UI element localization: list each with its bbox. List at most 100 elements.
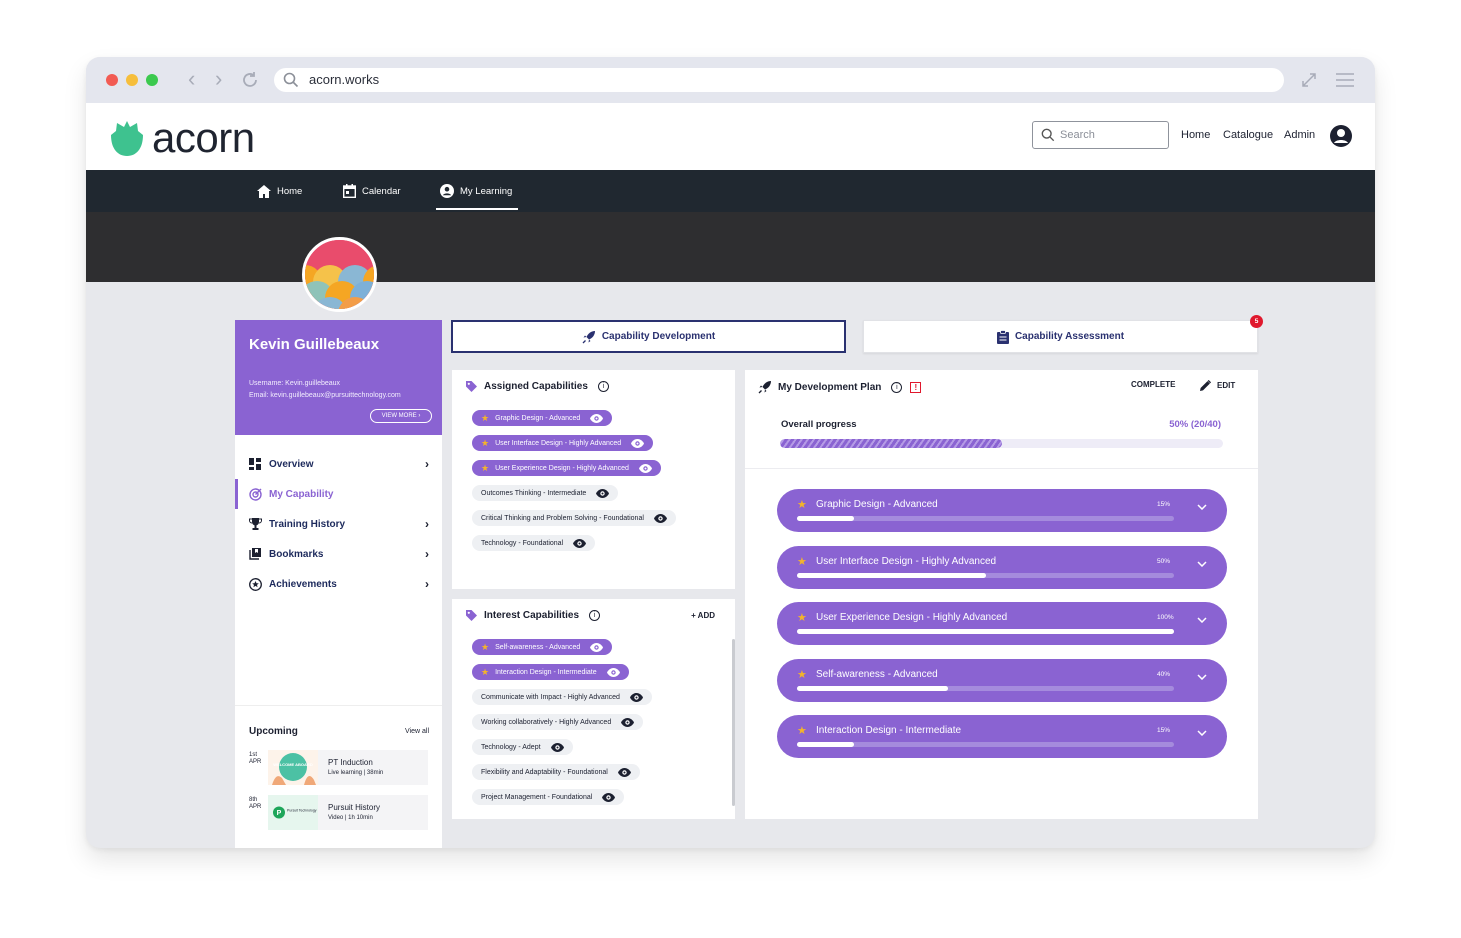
forward-arrow-icon[interactable]: › xyxy=(215,68,222,90)
event-card[interactable]: WELCOME ABOARD PT Induction Live learnin… xyxy=(268,750,428,785)
eye-icon[interactable] xyxy=(602,792,616,802)
minimize-window-dot[interactable] xyxy=(126,74,138,86)
capability-chip[interactable]: Critical Thinking and Problem Solving - … xyxy=(472,510,676,526)
view-more-button[interactable]: VIEW MORE › xyxy=(370,409,432,423)
acorn-logo[interactable]: acorn xyxy=(110,114,255,162)
add-capability-button[interactable]: + ADD xyxy=(691,611,715,620)
reload-icon[interactable] xyxy=(240,70,260,95)
search-input[interactable]: Search xyxy=(1032,121,1169,149)
address-bar[interactable]: acorn.works xyxy=(274,68,1284,92)
nav-calendar[interactable]: Calendar xyxy=(343,170,401,212)
menu-item-my-capability[interactable]: My Capability xyxy=(235,479,442,509)
development-plan-item[interactable]: ★ Self-awareness - Advanced 40% xyxy=(777,658,1227,702)
star-icon: ★ xyxy=(481,666,490,677)
upcoming-event[interactable]: 1st APR WELCOME ABOARD PT Induction Live … xyxy=(249,750,429,785)
capability-chip-label: Working collaboratively - Highly Advance… xyxy=(481,718,612,726)
svg-text:P: P xyxy=(277,810,282,817)
capability-chip[interactable]: Technology - Foundational xyxy=(472,535,596,551)
eye-icon[interactable] xyxy=(638,463,652,473)
menu-item-overview[interactable]: Overview › xyxy=(235,449,442,479)
menu-item-label: Overview xyxy=(269,458,314,470)
edit-button[interactable]: EDIT xyxy=(1200,380,1235,391)
menu-item-label: Achievements xyxy=(269,578,337,590)
development-plan-item[interactable]: ★ Graphic Design - Advanced 15% xyxy=(777,489,1227,532)
close-window-dot[interactable] xyxy=(106,74,118,86)
plan-item-progress-bar xyxy=(797,685,1174,691)
upcoming-event[interactable]: 8th APR P Pursuit Technology Pursuit Histo… xyxy=(249,795,429,830)
tag-icon xyxy=(466,381,477,392)
nav-home[interactable]: Home xyxy=(257,170,302,212)
maximize-window-dot[interactable] xyxy=(146,74,158,86)
capability-chip[interactable]: ★ User Interface Design - Highly Advanced xyxy=(472,435,654,451)
eye-icon[interactable] xyxy=(606,667,620,677)
chevron-down-icon[interactable] xyxy=(1197,615,1207,626)
capability-chip[interactable]: ★ Self-awareness - Advanced xyxy=(472,639,613,655)
capability-chip-label: Interaction Design - Intermediate xyxy=(495,668,597,676)
eye-icon[interactable] xyxy=(590,642,604,652)
eye-icon[interactable] xyxy=(621,717,635,727)
hamburger-menu-icon[interactable] xyxy=(1335,72,1355,93)
eye-icon[interactable] xyxy=(550,742,564,752)
nav-my-learning[interactable]: My Learning xyxy=(440,170,512,212)
eye-icon[interactable] xyxy=(629,692,643,702)
event-card[interactable]: P Pursuit Technology Pursuit History Vide… xyxy=(268,795,428,830)
chevron-right-icon: › xyxy=(425,457,429,471)
capability-chip[interactable]: Flexibility and Adaptability - Foundatio… xyxy=(472,764,640,780)
tab-capability-development[interactable]: Capability Development xyxy=(451,320,846,353)
tab-capability-assessment[interactable]: Capability Assessment xyxy=(863,320,1258,353)
eye-icon[interactable] xyxy=(617,767,631,777)
header-link-home[interactable]: Home xyxy=(1181,129,1210,141)
star-circle-icon xyxy=(249,577,262,591)
capability-chip[interactable]: Communicate with Impact - Highly Advance… xyxy=(472,689,652,705)
capability-chip[interactable]: ★ Interaction Design - Intermediate xyxy=(472,664,629,680)
capability-chip[interactable]: Technology - Adept xyxy=(472,739,573,755)
eye-icon[interactable] xyxy=(631,438,645,448)
back-arrow-icon[interactable]: ‹ xyxy=(188,68,195,90)
eye-icon[interactable] xyxy=(573,538,587,548)
header-link-admin[interactable]: Admin xyxy=(1284,129,1315,141)
capability-chip[interactable]: Outcomes Thinking - Intermediate xyxy=(472,485,619,501)
menu-item-bookmarks[interactable]: Bookmarks › xyxy=(235,539,442,569)
dashboard-icon xyxy=(249,458,261,470)
profile-name: Kevin Guillebeaux xyxy=(249,336,380,353)
clipboard-icon xyxy=(996,329,1009,344)
capability-chip[interactable]: ★ User Experience Design - Highly Advance… xyxy=(472,460,661,476)
menu-item-achievements[interactable]: Achievements › xyxy=(235,569,442,599)
chevron-down-icon[interactable] xyxy=(1197,728,1207,739)
view-all-link[interactable]: View all xyxy=(405,728,429,735)
capability-chip[interactable]: ★ Graphic Design - Advanced xyxy=(472,410,613,426)
trophy-icon xyxy=(249,518,262,530)
tab-label: Capability Development xyxy=(601,331,716,342)
capability-chip[interactable]: Project Management - Foundational xyxy=(472,789,625,805)
header-link-catalogue[interactable]: Catalogue xyxy=(1223,129,1273,141)
event-day: 8th xyxy=(249,797,258,803)
chevron-down-icon[interactable] xyxy=(1197,672,1207,683)
brand-name: acorn xyxy=(152,114,255,161)
panel-title-text: Assigned Capabilities xyxy=(484,381,588,392)
development-plan-item[interactable]: ★ Interaction Design - Intermediate 15% xyxy=(777,715,1227,758)
info-icon[interactable]: i xyxy=(589,610,601,621)
plan-item-label: Self-awareness - Advanced xyxy=(816,668,938,680)
info-icon[interactable]: i xyxy=(597,381,609,392)
info-icon[interactable]: i xyxy=(891,381,903,393)
scrollbar[interactable] xyxy=(732,639,735,806)
chevron-down-icon[interactable] xyxy=(1197,559,1207,570)
capability-chip-label: Outcomes Thinking - Intermediate xyxy=(481,489,587,497)
chevron-down-icon[interactable] xyxy=(1197,502,1207,513)
menu-item-training-history[interactable]: Training History › xyxy=(235,509,442,539)
overall-progress-value: 50% (20/40) xyxy=(1169,419,1221,430)
eye-icon[interactable] xyxy=(653,513,667,523)
development-plan-item[interactable]: ★ User Interface Design - Highly Advanced… xyxy=(777,545,1227,589)
development-plan-item[interactable]: ★ User Experience Design - Highly Advance… xyxy=(777,602,1227,645)
avatar xyxy=(302,237,377,312)
site: acorn Search Home Catalogue Admin Home C… xyxy=(86,103,1375,848)
eye-icon[interactable] xyxy=(590,413,604,423)
capability-chip[interactable]: Working collaboratively - Highly Advance… xyxy=(472,714,644,730)
complete-button[interactable]: COMPLETE xyxy=(1131,380,1175,389)
user-account-icon[interactable] xyxy=(1329,124,1353,153)
plan-item-label: User Experience Design - Highly Advanced xyxy=(816,612,1008,623)
expand-icon[interactable] xyxy=(1300,71,1318,94)
plan-item-progress-bar xyxy=(797,742,1174,747)
eye-icon[interactable] xyxy=(596,488,610,498)
upcoming-title: Upcoming xyxy=(249,726,298,737)
